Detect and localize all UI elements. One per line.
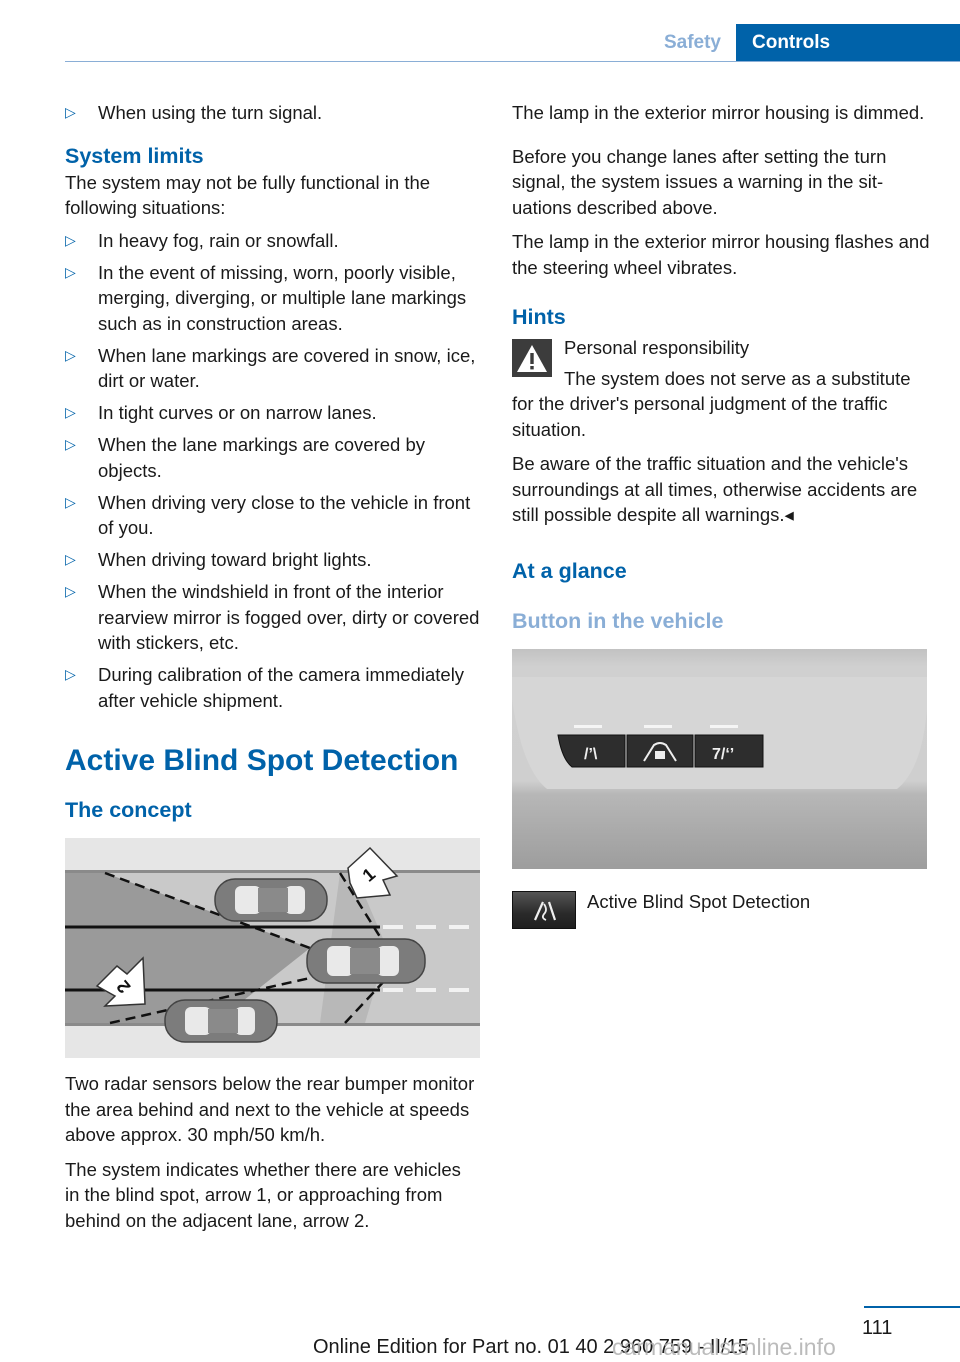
bullet-text: When lane markings are covered in snow, … xyxy=(98,344,476,392)
list-item: ▷ During calibration of the camera immedi… xyxy=(65,662,480,713)
triangle-bullet-icon: ▷ xyxy=(65,436,76,452)
triangle-bullet-icon: ▷ xyxy=(65,104,76,120)
system-limits-heading: System limits xyxy=(65,143,204,168)
page-number: 111 xyxy=(862,1317,893,1339)
system-limits-list: ▷ In heavy fog, rain or snowfall. ▷ In the… xyxy=(65,228,480,714)
intro-bullet-list: ▷ When using the turn signal. xyxy=(65,100,480,126)
right-paragraph-2: Before you change lanes after setting th… xyxy=(512,145,887,218)
warning-text: The system does not serve as a substi­tu… xyxy=(512,367,911,440)
button-legend: Active Blind Spot Detection xyxy=(512,889,932,931)
list-item: ▷ In heavy fog, rain or snowfall. xyxy=(65,228,480,254)
triangle-bullet-icon: ▷ xyxy=(65,666,76,682)
indicator-led xyxy=(644,724,672,728)
bullet-text: When using the turn signal. xyxy=(98,102,323,123)
triangle-bullet-icon: ▷ xyxy=(65,346,76,363)
section-title: Active Blind Spot Detection xyxy=(65,744,459,777)
list-item: ▷ In tight curves or on narrow lanes. xyxy=(65,400,480,426)
svg-text:7/‘’: 7/‘’ xyxy=(712,746,734,763)
bullet-text: When the windshield in front of the inte… xyxy=(98,581,480,653)
triangle-bullet-icon: ▷ xyxy=(65,263,76,280)
bullet-text: When driving toward bright lights. xyxy=(98,549,372,570)
triangle-bullet-icon: ▷ xyxy=(65,583,76,599)
panel-recess xyxy=(512,676,927,789)
bullet-text: In heavy fog, rain or snowfall. xyxy=(98,229,339,251)
triangle-bullet-icon: ▷ xyxy=(65,404,76,420)
triangle-bullet-icon: ▷ xyxy=(65,231,76,248)
warning-title: Personal responsibility xyxy=(564,337,750,358)
list-item: ▷ In the event of missing, worn, poorly v… xyxy=(65,260,480,337)
at-a-glance-heading: At a glance xyxy=(512,558,627,583)
bullet-text: In tight curves or on narrow lanes. xyxy=(98,402,377,423)
car-icon xyxy=(164,999,278,1043)
blind-spot-button-icon xyxy=(512,890,576,929)
warning-icon xyxy=(512,339,552,377)
triangle-bullet-icon: ▷ xyxy=(65,493,76,510)
collision-warning-button[interactable]: 7/‘’ xyxy=(694,734,764,767)
list-item: ▷ When driving very close to the vehicle … xyxy=(65,490,480,541)
warning-block: Personal responsibility The system does … xyxy=(512,335,932,528)
blind-spot-diagram: 1 2 xyxy=(65,838,480,1058)
button-panel-graphic: /’\ 7/‘’ xyxy=(512,676,927,789)
right-paragraph-1: The lamp in the exterior mirror housing … xyxy=(512,102,925,123)
concept-paragraph-2: The system indicates whether there are v… xyxy=(65,1158,461,1231)
list-item: ▷ When the windshield in front of the int… xyxy=(65,579,480,656)
bullet-text: During calibration of the camera immedi­… xyxy=(98,664,465,711)
bullet-text: In the event of missing, worn, poorly vi… xyxy=(98,261,467,334)
hints-heading: Hints xyxy=(512,305,566,329)
indicator-led xyxy=(574,724,602,728)
watermark: carmanualsonline.info xyxy=(612,1334,836,1360)
right-column: The lamp in the exterior mirror housing … xyxy=(512,100,932,931)
road-diagram-graphic: 1 2 xyxy=(65,846,480,1043)
list-item: ▷ When using the turn signal. xyxy=(65,100,480,126)
car-icon xyxy=(214,878,328,922)
button-panel-photo: /’\ 7/‘’ xyxy=(512,648,927,869)
concept-heading: The concept xyxy=(65,798,192,822)
bullet-text: When the lane markings are covered by ob… xyxy=(98,434,426,481)
blind-spot-button[interactable]: /’\ xyxy=(557,734,626,767)
button-legend-label: Active Blind Spot Detection xyxy=(587,890,811,912)
warning-text-2: Be aware of the traffic situation and th… xyxy=(512,453,918,525)
right-paragraph-3: The lamp in the exterior mirror housing … xyxy=(512,231,930,278)
tab-controls[interactable]: Controls xyxy=(736,24,960,61)
concept-paragraph-1: Two radar sensors below the rear bumper … xyxy=(65,1073,475,1145)
tab-safety[interactable]: Safety xyxy=(640,24,735,61)
bullet-text: When driving very close to the vehicle i… xyxy=(98,491,471,539)
list-item: ▷ When driving toward bright lights. xyxy=(65,547,480,573)
lane-departure-button[interactable] xyxy=(626,734,694,767)
left-column: ▷ When using the turn signal. System limi… xyxy=(65,100,480,1233)
svg-text:/’\: /’\ xyxy=(584,746,598,763)
road-edge xyxy=(65,870,480,873)
system-limits-intro: The system may not be fully functional i… xyxy=(65,171,431,219)
car-icon xyxy=(306,938,426,984)
footer-divider xyxy=(864,1306,960,1308)
indicator-led xyxy=(710,724,738,728)
list-item: ▷ When lane markings are covered in snow,… xyxy=(65,343,480,394)
triangle-bullet-icon: ▷ xyxy=(65,551,76,567)
list-item: ▷ When the lane markings are covered by o… xyxy=(65,432,480,483)
header-divider xyxy=(65,61,960,62)
button-in-vehicle-heading: Button in the vehicle xyxy=(512,608,724,633)
